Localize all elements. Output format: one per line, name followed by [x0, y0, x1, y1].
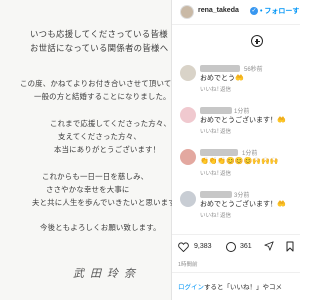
comment-item: 3分前 おめでとうございます！🤲 いいね！ 返信 — [172, 190, 300, 228]
post-time: 1時間前 — [178, 262, 198, 268]
follow-button[interactable]: • フォローする — [260, 6, 300, 16]
verified-badge-icon: ✓ — [250, 7, 258, 15]
username[interactable]: rena_takeda — [198, 7, 239, 14]
letter-line: 本当にありがとうございます！ — [54, 145, 161, 154]
comment-like-link[interactable]: いいね！ — [200, 169, 222, 177]
post-actions: 9,383 361 — [172, 234, 300, 257]
comment-time: 1分前 — [242, 151, 258, 157]
comment-item: 1分前 👏👏👏😊😊😊🙌🙌🙌 いいね！ 返信 — [172, 148, 300, 186]
post-header: rena_takeda ✓ • フォローする — [172, 0, 300, 25]
letter-line: これまで応援してくださった方々、 — [50, 119, 172, 128]
letter-line: いつも応援してくださっている皆様 — [30, 29, 168, 39]
letter-line: これからも一日一日を慈しみ、 — [42, 172, 149, 181]
like-count: 9,383 — [194, 243, 212, 250]
comment-item: 1分前 おめでとうございます！🤲 いいね！ 返信 — [172, 106, 300, 144]
comment-text: 👏👏👏😊😊😊🙌🙌🙌 — [200, 158, 279, 165]
avatar[interactable] — [180, 5, 194, 19]
comment-like-link[interactable]: いいね！ — [200, 211, 222, 219]
comment-item: 56秒前 おめでとう🤲 いいね！ 返信 — [172, 64, 300, 102]
login-link[interactable]: ログイン — [178, 284, 204, 291]
letter-line: お世話になっている関係者の皆様へ — [30, 43, 169, 53]
comment-avatar[interactable] — [180, 191, 196, 207]
post-image[interactable]: いつも応援してくださっている皆様 お世話になっている関係者の皆様へ この度、かね… — [0, 0, 186, 300]
letter-line: この度、かねてよりお付き合いさせて頂いていた — [20, 79, 187, 88]
comment-reply-link[interactable]: 返信 — [220, 127, 231, 135]
comment-time: 56秒前 — [244, 67, 263, 73]
comment-text: おめでとうございます！🤲 — [200, 117, 286, 124]
signature: 武田玲奈 — [73, 267, 141, 280]
comment-text: おめでとう🤲 — [200, 75, 244, 82]
comment-avatar[interactable] — [180, 107, 196, 123]
plus-icon[interactable] — [251, 35, 263, 47]
heart-icon[interactable] — [178, 242, 189, 252]
share-icon[interactable] — [264, 241, 274, 251]
login-bar: ログインすると「いいね！」やコメ — [172, 272, 300, 300]
letter-line: 夫と共に人生を歩んでいきたいと思います。 — [32, 198, 183, 207]
comment-avatar[interactable] — [180, 65, 196, 81]
comment-reply-link[interactable]: 返信 — [220, 169, 231, 177]
comment-username-redacted[interactable] — [200, 65, 240, 72]
letter-line: 支えてくださった方々、 — [58, 132, 141, 141]
comment-text: おめでとうございます！🤲 — [200, 201, 286, 208]
comment-like-link[interactable]: いいね！ — [200, 127, 222, 135]
letter-line: 一般の方と結婚することになりました。 — [34, 92, 171, 101]
comment-username-redacted[interactable] — [200, 149, 238, 156]
post-side-panel: rena_takeda ✓ • フォローする 56秒前 おめでとう🤲 いいね！ … — [172, 0, 300, 300]
comment-username-redacted[interactable] — [200, 191, 232, 198]
comment-count: 361 — [240, 243, 252, 250]
login-prompt-text: すると「いいね！」やコメ — [204, 284, 282, 291]
comment-time: 3分前 — [234, 193, 250, 199]
comment-reply-link[interactable]: 返信 — [220, 85, 231, 93]
comment-avatar[interactable] — [180, 149, 196, 165]
bookmark-icon[interactable] — [286, 241, 294, 252]
login-prompt: ログインすると「いいね！」やコメ — [178, 281, 282, 291]
comment-icon[interactable] — [226, 242, 236, 252]
letter-line: 今後ともよろしくお願い致します。 — [40, 223, 161, 232]
comment-reply-link[interactable]: 返信 — [220, 211, 231, 219]
comment-time: 1分前 — [234, 109, 250, 115]
letter-line: ささやかな幸せを大事に — [46, 185, 130, 194]
comment-username-redacted[interactable] — [200, 107, 232, 114]
announcement-letter: いつも応援してくださっている皆様 お世話になっている関係者の皆様へ この度、かね… — [0, 0, 186, 300]
comment-like-link[interactable]: いいね！ — [200, 85, 222, 93]
